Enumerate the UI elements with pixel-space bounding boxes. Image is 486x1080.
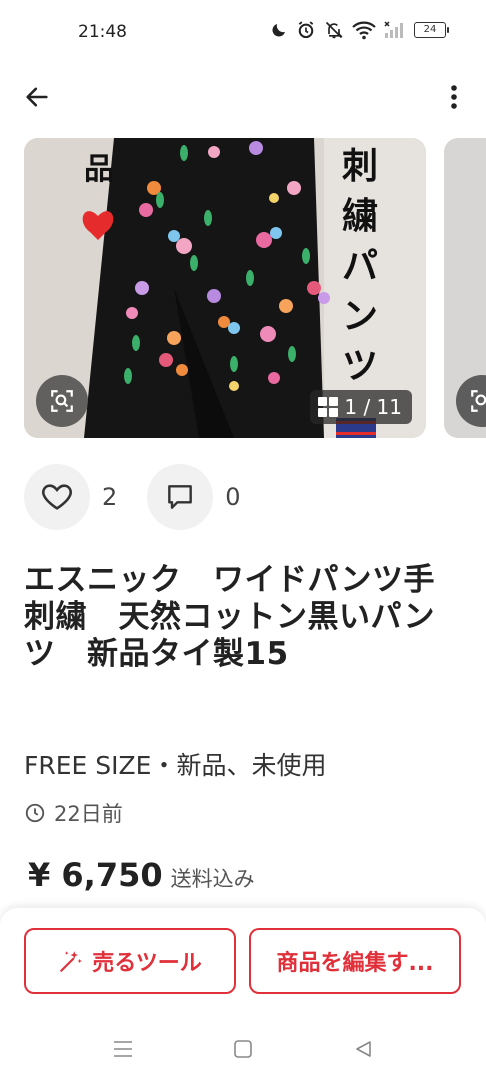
home-nav-button[interactable]	[230, 1036, 256, 1062]
edit-item-label: 商品を編集す...	[276, 951, 434, 976]
wifi-icon	[352, 20, 376, 40]
more-options-button[interactable]	[444, 78, 464, 116]
image-caption-left: 品	[84, 152, 114, 187]
item-title: エスニック ワイドパンツ手刺繍 天然コットン黒いパンツ 新品タイ製15	[24, 562, 436, 672]
next-photo-preview[interactable]	[444, 138, 486, 438]
back-triangle-icon	[356, 1041, 371, 1057]
edit-item-button[interactable]: 商品を編集す...	[249, 928, 461, 994]
zoom-search-icon	[51, 390, 73, 412]
product-photo[interactable]: 品 刺繍パンツ 1 / 11	[24, 138, 426, 438]
comment-icon	[168, 485, 193, 509]
comment-count: 0	[225, 483, 241, 511]
image-caption-right: 刺繍パンツ	[342, 146, 379, 387]
back-nav-button[interactable]	[350, 1036, 376, 1062]
sell-tool-button[interactable]: 売るツール	[24, 928, 236, 994]
like-button[interactable]	[24, 464, 90, 530]
menu-nav-button[interactable]	[110, 1036, 136, 1062]
signal-icon	[384, 21, 406, 39]
sparkle-wand-icon	[60, 951, 83, 972]
zoom-button[interactable]	[36, 375, 88, 427]
photo-counter-text: 1 / 11	[344, 395, 402, 419]
photo-counter: 1 / 11	[310, 390, 412, 424]
moon-icon	[270, 21, 288, 39]
next-zoom-button[interactable]	[456, 375, 486, 427]
item-condition: FREE SIZE・新品、未使用	[24, 751, 327, 780]
engagement-actions: 2 0	[24, 464, 271, 530]
mute-icon	[324, 20, 344, 40]
back-button[interactable]	[18, 78, 56, 116]
photo-gallery[interactable]: 品 刺繍パンツ 1 / 11	[0, 138, 486, 440]
home-square-icon	[234, 1040, 252, 1058]
status-time: 21:48	[78, 22, 127, 42]
status-icons: 24	[270, 20, 449, 40]
comment-button[interactable]	[147, 464, 214, 530]
posted-time: 22日前	[24, 798, 123, 828]
clock-icon	[25, 803, 45, 823]
system-navigation-bar	[0, 1018, 486, 1080]
price-row: ¥ 6,750 送料込み	[28, 856, 255, 894]
arrow-left-icon	[26, 87, 48, 107]
price: ¥ 6,750	[28, 856, 163, 894]
zoom-search-icon	[471, 390, 486, 412]
like-count: 2	[102, 483, 118, 511]
grid-icon	[318, 397, 339, 417]
sell-tool-label: 売るツール	[92, 951, 202, 976]
posted-time-text: 22日前	[54, 802, 123, 826]
more-vertical-icon	[451, 85, 457, 109]
bottom-action-bar: 売るツール 商品を編集す...	[0, 908, 486, 1018]
shipping-note: 送料込み	[170, 867, 255, 891]
app-bar	[0, 64, 486, 128]
menu-icon	[114, 1041, 132, 1057]
status-bar: 21:48 24	[0, 0, 486, 64]
heart-icon	[42, 484, 72, 510]
battery-icon: 24	[414, 22, 449, 38]
alarm-icon	[296, 20, 316, 40]
